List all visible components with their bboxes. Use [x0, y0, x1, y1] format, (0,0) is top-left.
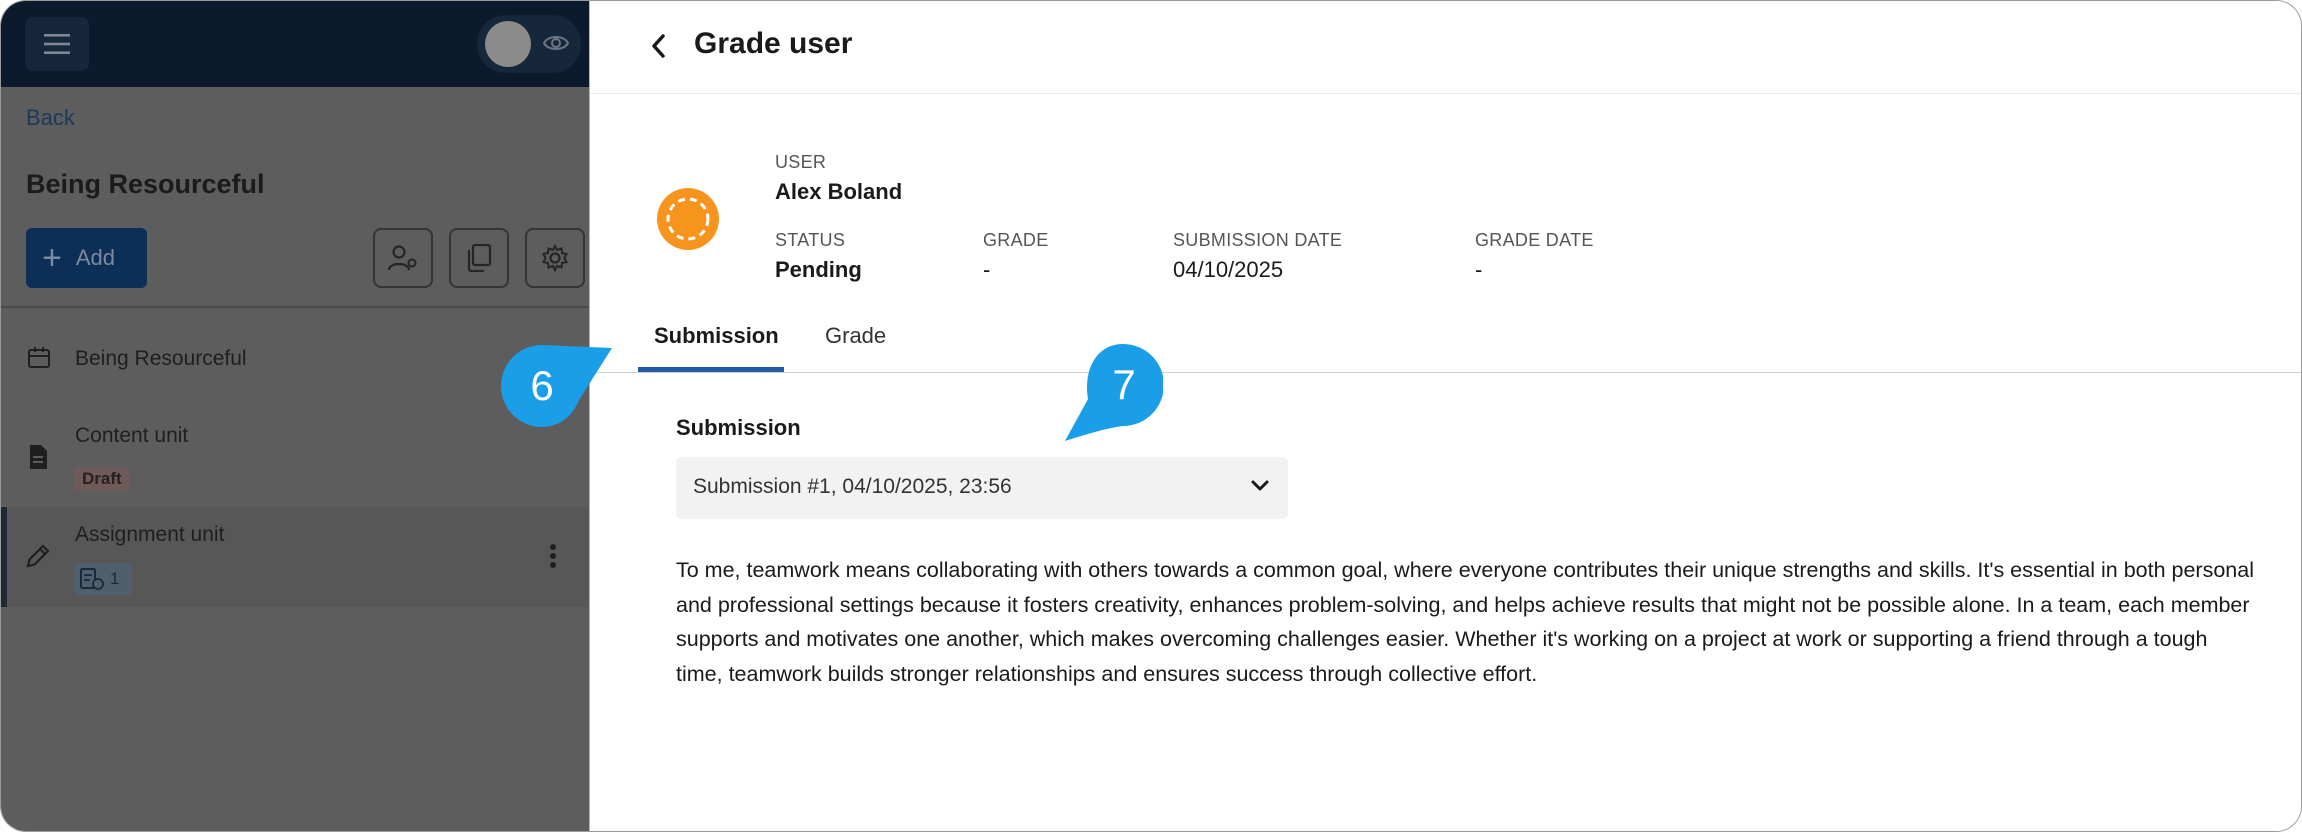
- toggle-knob: [485, 21, 531, 67]
- user-settings-icon: [388, 245, 417, 271]
- grade-label: GRADE: [983, 230, 1049, 250]
- selected-indicator: [1, 507, 7, 607]
- tab-grade[interactable]: Grade: [825, 323, 886, 349]
- back-chevron-icon[interactable]: [650, 33, 666, 59]
- sidebar-item-content-unit[interactable]: Content unit: [75, 424, 188, 448]
- sidebar-item-label: Assignment unit: [75, 523, 225, 546]
- submission-section-label: Submission: [676, 415, 801, 440]
- draft-badge: Draft: [74, 467, 130, 491]
- page-title: Grade user: [694, 27, 853, 60]
- user-label: USER: [775, 152, 827, 172]
- copy-button[interactable]: [449, 228, 509, 288]
- pencil-icon: [26, 544, 50, 568]
- user-name: Alex Boland: [775, 179, 903, 204]
- submission-date-label: SUBMISSION DATE: [1173, 230, 1343, 250]
- top-bar: [1, 1, 589, 87]
- tab-submission[interactable]: Submission: [654, 323, 779, 349]
- box-icon: [28, 347, 50, 368]
- hamburger-icon: [44, 34, 70, 54]
- callout-number-6: 6: [530, 362, 554, 409]
- eye-icon: [543, 36, 569, 50]
- tabs-divider: [590, 372, 2301, 373]
- submission-select-value: Submission #1, 04/10/2025, 23:56: [693, 475, 1012, 498]
- preview-toggle[interactable]: [477, 15, 581, 73]
- submissions-icon: [80, 568, 104, 590]
- grade-user-panel: Grade user USER Alex Boland STATUS Pendi…: [589, 1, 2301, 831]
- status-label: STATUS: [775, 230, 846, 250]
- add-button-label: Add: [75, 245, 116, 270]
- submission-date-value: 04/10/2025: [1173, 257, 1284, 282]
- submission-text: To me, teamwork means collaborating with…: [676, 558, 2254, 686]
- gear-icon: [542, 244, 568, 272]
- submissions-count-badge: 1: [74, 563, 132, 595]
- chevron-down-icon: [1251, 480, 1269, 491]
- avatar: [657, 188, 719, 250]
- submissions-count: 1: [110, 569, 120, 588]
- settings-button[interactable]: [525, 228, 585, 288]
- grade-date-label: GRADE DATE: [1475, 230, 1594, 250]
- sidebar-item-being-resourceful[interactable]: Being Resourceful: [75, 347, 247, 371]
- course-title: Being Resourceful: [26, 169, 265, 199]
- sidebar-divider: [1, 306, 589, 308]
- back-link[interactable]: Back: [26, 105, 75, 131]
- copy-icon: [467, 244, 492, 272]
- document-icon: [30, 445, 47, 469]
- plus-icon: +: [42, 239, 62, 277]
- panel-header: Grade user: [590, 1, 2301, 94]
- callout-number-7: 7: [1112, 361, 1136, 408]
- add-button[interactable]: + Add: [26, 228, 147, 288]
- menu-button[interactable]: [25, 17, 89, 71]
- status-value: Pending: [775, 257, 862, 282]
- grade-date-value: -: [1475, 257, 1483, 282]
- submission-select[interactable]: Submission #1, 04/10/2025, 23:56: [676, 457, 1288, 519]
- active-tab-indicator: [638, 367, 784, 372]
- grade-value: -: [983, 257, 991, 282]
- more-options-icon[interactable]: [549, 543, 557, 569]
- manage-users-button[interactable]: [373, 228, 433, 288]
- app-frame: Back Being Resourceful + Add Being Resou…: [0, 0, 2302, 832]
